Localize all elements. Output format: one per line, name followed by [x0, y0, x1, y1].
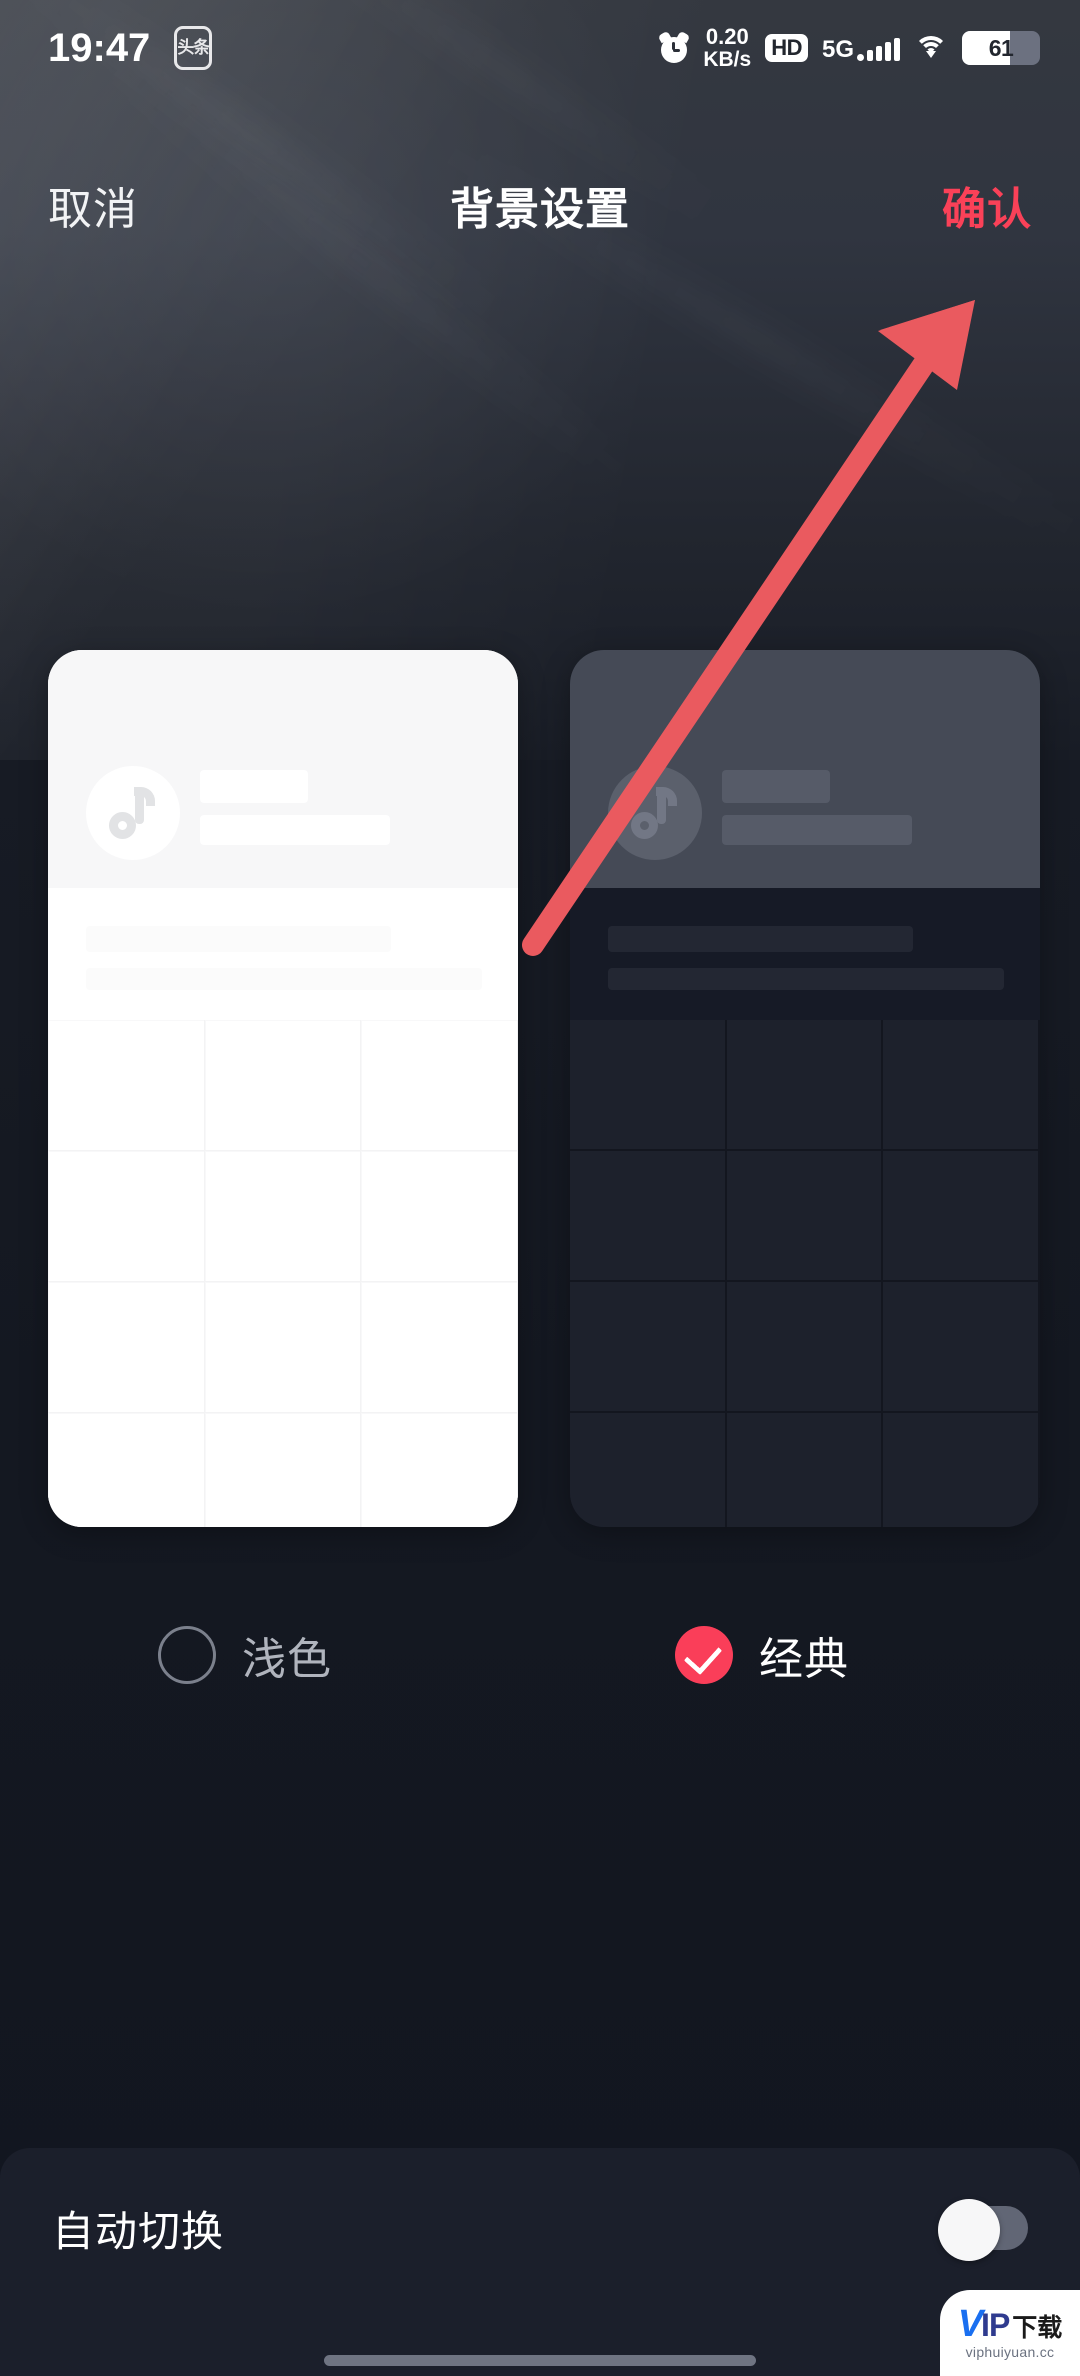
- grid-cell: [205, 1413, 362, 1527]
- placeholder-bar: [722, 815, 912, 845]
- cellular-indicator: 5G: [821, 35, 900, 63]
- light-theme-preview-card[interactable]: [48, 650, 518, 1527]
- grid-cell: [361, 1282, 518, 1413]
- page-header: 取消 背景设置 确认: [0, 150, 1080, 260]
- network-speed-value: 0.20: [705, 24, 749, 49]
- theme-option-classic[interactable]: 经典: [540, 1600, 1080, 1710]
- radio-unchecked-icon[interactable]: [158, 1626, 216, 1684]
- grid-cell: [883, 1413, 1040, 1527]
- network-speed-unit: KB/s: [703, 48, 752, 71]
- toggle-knob: [938, 2199, 1000, 2261]
- theme-option-classic-label: 经典: [759, 1635, 849, 1684]
- theme-preview-row: [0, 650, 1080, 1530]
- preview-card-header: [570, 650, 1040, 888]
- preview-card-body: [48, 888, 518, 1527]
- watermark-brand-cn: 下载: [1012, 2313, 1063, 2342]
- alarm-clock-icon: [658, 30, 691, 63]
- hd-badge-icon: HD: [765, 34, 808, 62]
- home-indicator: [324, 2355, 756, 2366]
- battery-level-label: 61: [988, 34, 1014, 61]
- status-bar: 19:47 头条 0.20 KB/s HD 5G 61: [0, 0, 1080, 96]
- theme-option-row: 浅色 经典: [0, 1600, 1080, 1710]
- vip-download-watermark: V IP 下载 viphuiyuan.cc: [940, 2290, 1080, 2376]
- signal-bars-icon: [857, 35, 900, 61]
- grid-cell: [726, 1151, 884, 1282]
- preview-content-grid: [48, 1020, 518, 1527]
- watermark-url: viphuiyuan.cc: [965, 2343, 1055, 2360]
- grid-cell: [361, 1413, 518, 1527]
- grid-cell: [726, 1413, 884, 1527]
- placeholder-bar: [86, 968, 482, 990]
- radio-checked-icon[interactable]: [675, 1626, 733, 1684]
- placeholder-bar: [200, 770, 308, 803]
- status-bar-right-cluster: 0.20 KB/s HD 5G 61: [658, 25, 1040, 71]
- grid-cell: [361, 1151, 518, 1282]
- bottom-panel: 自动切换: [0, 2148, 1080, 2376]
- status-bar-clock: 19:47: [48, 26, 151, 70]
- cancel-button[interactable]: 取消: [48, 173, 138, 237]
- placeholder-bar: [86, 926, 391, 952]
- grid-cell: [570, 1413, 727, 1527]
- grid-cell: [205, 1282, 362, 1413]
- douyin-note-icon: [608, 766, 702, 860]
- auto-switch-row[interactable]: 自动切换: [0, 2148, 1080, 2308]
- grid-cell: [48, 1413, 205, 1527]
- grid-cell: [48, 1282, 205, 1413]
- auto-switch-label: 自动切换: [52, 2207, 225, 2255]
- battery-icon: 61: [962, 31, 1040, 65]
- grid-cell: [883, 1020, 1040, 1151]
- grid-cell: [48, 1151, 205, 1282]
- grid-cell: [570, 1282, 727, 1413]
- preview-content-grid: [570, 1020, 1040, 1527]
- grid-cell: [570, 1020, 727, 1151]
- placeholder-bar: [722, 770, 830, 803]
- phone-screen: 19:47 头条 0.20 KB/s HD 5G 61 取消 背景设置 确认 浅…: [0, 0, 1080, 2376]
- placeholder-bar: [608, 926, 913, 952]
- wifi-icon: [914, 34, 948, 62]
- confirm-button[interactable]: 确认: [942, 173, 1032, 237]
- grid-cell: [205, 1020, 362, 1151]
- grid-cell: [883, 1151, 1040, 1282]
- watermark-brand-v: V: [957, 2302, 983, 2345]
- grid-cell: [570, 1151, 727, 1282]
- placeholder-bar: [608, 968, 1004, 990]
- watermark-logo: V IP 下载: [957, 2302, 1063, 2345]
- toggle-switch-off-icon[interactable]: [938, 2199, 1028, 2261]
- toutiao-app-icon: 头条: [174, 26, 213, 70]
- preview-card-header: [48, 650, 518, 888]
- watermark-brand-ip: IP: [981, 2306, 1010, 2343]
- grid-cell: [48, 1020, 205, 1151]
- grid-cell: [205, 1151, 362, 1282]
- network-speed-indicator: 0.20 KB/s: [703, 25, 751, 71]
- grid-cell: [883, 1282, 1040, 1413]
- theme-option-light[interactable]: 浅色: [0, 1600, 540, 1710]
- page-title: 背景设置: [450, 185, 630, 234]
- classic-theme-preview-card[interactable]: [570, 650, 1040, 1527]
- grid-cell: [361, 1020, 518, 1151]
- network-type-label: 5G: [821, 36, 854, 63]
- grid-cell: [726, 1020, 884, 1151]
- preview-card-body: [570, 888, 1040, 1527]
- douyin-note-icon: [86, 766, 180, 860]
- theme-option-light-label: 浅色: [242, 1635, 332, 1684]
- grid-cell: [726, 1282, 884, 1413]
- placeholder-bar: [200, 815, 390, 845]
